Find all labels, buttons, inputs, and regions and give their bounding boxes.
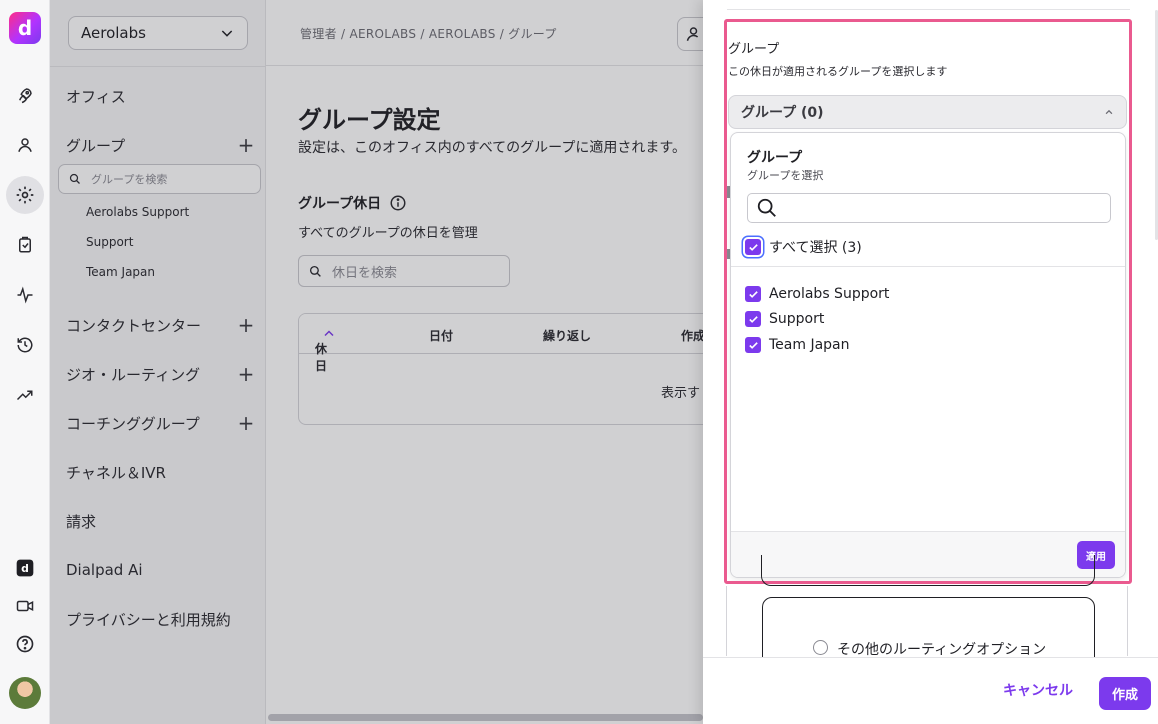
highlight-frame — [724, 19, 1132, 584]
icon-rail: d d — [0, 0, 50, 724]
card-border — [1127, 586, 1128, 656]
create-button[interactable]: 作成 — [1099, 677, 1151, 710]
modal-overlay[interactable] — [50, 0, 703, 724]
cancel-button[interactable]: キャンセル — [1003, 680, 1073, 700]
trending-icon[interactable] — [0, 375, 50, 415]
radio-button[interactable] — [813, 640, 828, 655]
person-icon[interactable] — [0, 125, 50, 165]
rocket-icon[interactable] — [0, 75, 50, 115]
other-routing-label: その他のルーティングオプション — [837, 642, 1047, 658]
user-avatar[interactable] — [9, 677, 41, 709]
dialpad-logo[interactable]: d — [9, 12, 41, 44]
drawer-divider — [727, 9, 1130, 10]
logo-letter: d — [17, 16, 33, 40]
routing-option-card[interactable] — [761, 555, 1095, 586]
help-icon[interactable] — [0, 624, 50, 664]
gear-icon[interactable] — [0, 175, 50, 215]
card-border — [726, 586, 727, 656]
drawer-footer: キャンセル 作成 — [703, 657, 1158, 724]
clipboard-icon[interactable] — [0, 225, 50, 265]
dialpad-icon[interactable]: d — [0, 548, 50, 588]
history-icon[interactable] — [0, 325, 50, 365]
activity-icon[interactable] — [0, 275, 50, 315]
svg-text:d: d — [21, 562, 29, 575]
holiday-drawer: グループ この休日が適用されるグループを選択します グループ (0) グループ … — [703, 0, 1158, 724]
video-icon[interactable] — [0, 586, 50, 626]
